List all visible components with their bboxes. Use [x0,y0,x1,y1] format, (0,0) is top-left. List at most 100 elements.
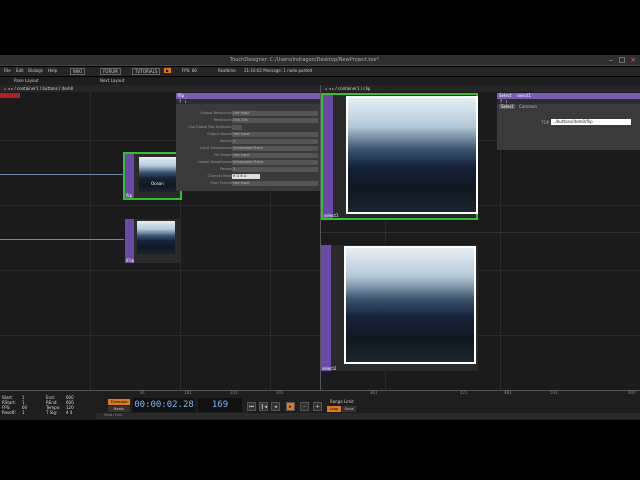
letterbox-top [0,0,640,55]
node-flags[interactable] [125,219,134,263]
help-icon[interactable]: ? [179,99,181,104]
param-row[interactable]: Output Resolution Use Input [176,110,320,117]
timecode-mode-button[interactable]: Timecode [108,399,130,405]
viewer-path-bar: ⌂ ◂ ▸ / container1 / clip [321,85,640,92]
param-row[interactable]: Resolution 256 256 [176,117,320,124]
viewer-path[interactable]: / container1 / clip [335,86,370,91]
node-flags[interactable] [321,245,331,371]
stat-value[interactable]: 1 [22,410,25,415]
param-key: Output Aspect [206,132,232,136]
menu-edit[interactable]: Edit [16,68,24,73]
frame-display[interactable]: 169 [198,398,242,412]
realtime-label[interactable]: Realtime [218,68,236,73]
timeline-stats: Start: 1 End: 600 RStart: 1 REnd: 600 FP… [2,395,90,419]
view-label[interactable]: View (Full) [104,413,122,417]
param-value[interactable]: 256 256 [232,118,318,123]
param-key: Use Global Res Multiplier [188,125,232,129]
node-flags[interactable] [323,95,333,218]
param-row[interactable]: Output Aspect Use Input [176,131,320,138]
param-toggle[interactable] [232,125,242,130]
play-reverse-icon[interactable]: ◂ [271,402,280,411]
node-caption: Ocean [151,181,164,186]
minimize-icon[interactable]: – [606,56,616,64]
param-row[interactable]: Use Global Res Multiplier [176,124,320,131]
go-to-start-icon[interactable]: ⏮ [247,402,256,411]
node-label[interactable]: iFlip [126,258,134,263]
range-limit-label: Range Limit [330,399,354,404]
param-key: Viewer Smoothness [197,160,232,164]
param-key: Output Resolution [200,111,232,115]
tutorials-button[interactable]: TUTORIALS [132,68,161,75]
timecode-display[interactable]: 00:00:02.28 [133,398,195,412]
pane-grid-line [321,232,640,233]
timeline-tick: 361 [370,390,378,395]
param-row[interactable]: Aspect 1 [176,138,320,145]
info-icon[interactable]: i [185,99,186,104]
step-back-icon[interactable]: ❙◂ [259,402,268,411]
top-path-field[interactable]: ../buttons/item0/flip [551,119,631,125]
node-flags[interactable] [125,154,134,198]
wire [0,174,124,175]
param-row[interactable]: Passes 1 [176,166,320,173]
close-icon[interactable]: × [628,56,638,64]
tab-select[interactable]: Select [499,104,516,109]
node-label[interactable]: flip [126,193,132,198]
window-titlebar: TouchDesigner: C:/Users/Indragon/Desktop… [0,55,640,66]
menu-dialogs[interactable]: Dialogs [28,68,43,73]
timeline-view-bar[interactable]: View (Full) [96,413,640,419]
play-icon[interactable]: ▸ [286,402,295,411]
node-flip[interactable]: Ocean flip [123,152,182,200]
node-label[interactable]: select1 [324,213,338,218]
param-key: Fill Viewer [214,153,232,157]
param-row[interactable]: Channel Mask R G B A [176,173,320,180]
param-row[interactable]: Fill Viewer Use Input [176,152,320,159]
stat-value[interactable]: 4 4 [66,410,72,415]
once-button[interactable]: Once [342,406,356,412]
flip-parameter-panel: flip ? i Output Resolution Use Input Reso… [176,93,320,191]
timeline-tick: 181 [184,390,192,395]
perform-mode-icon[interactable]: ▶ [164,68,172,73]
node-select1[interactable]: select1 [321,93,478,220]
loop-button[interactable]: Loop [327,406,341,412]
node-select2[interactable]: select2 [321,245,478,371]
select-parameter-panel: Select select1 ? i Select Common TOP ../… [497,93,640,150]
add-icon[interactable]: + [313,402,322,411]
forum-button[interactable]: FORUM [100,68,121,75]
beats-mode-button[interactable]: Beats [108,406,130,412]
timeline-tick: 91 [140,390,146,395]
param-key: Pixel Format [210,181,232,185]
param-panel-title: flip [178,93,185,98]
step-forward-icon[interactable]: – [300,402,309,411]
param-value[interactable]: 1 [232,139,318,144]
param-value[interactable]: Use Input [232,132,318,137]
param-row[interactable]: Input Smoothness Interpolate Pixels [176,145,320,152]
maximize-icon[interactable]: □ [617,56,627,64]
node-label[interactable]: select2 [322,366,336,371]
wiki-button[interactable]: WIKI [70,68,85,75]
param-key: Aspect [220,139,232,143]
menu-help[interactable]: Help [48,68,57,73]
network-path[interactable]: / container1 / buttons / item0 [14,86,73,91]
next-layout-label[interactable]: Next Layout [100,78,124,83]
wire [0,239,124,240]
param-row[interactable]: Pixel Format Use Input [176,180,320,187]
viewer-image [346,248,474,362]
home-icon[interactable]: ⌂ ◂ ▸ [4,86,14,91]
param-value[interactable]: Use Input [232,153,318,158]
pane-layout-bar: Pane Layout Next Layout [0,77,640,85]
menu-file[interactable]: File [4,68,11,73]
param-value[interactable]: Interpolate Pixels [232,146,318,151]
window-title: TouchDesigner: C:/Users/Indragon/Desktop… [230,57,380,63]
home-icon[interactable]: ⌂ ◂ ▸ [325,86,335,91]
node-thumbnail [137,221,175,254]
param-row[interactable]: Viewer Smoothness Interpolate Pixels [176,159,320,166]
tab-common[interactable]: Common [519,104,537,109]
pane-layout-label[interactable]: Pane Layout [14,78,39,83]
param-value[interactable]: Interpolate Pixels [232,160,318,165]
param-value[interactable]: Use Input [232,111,318,116]
param-value[interactable]: Use Input [232,181,318,186]
param-value[interactable]: 1 [232,167,318,172]
node-iflip[interactable]: iFlip [125,219,180,263]
param-value[interactable]: R G B A [232,174,260,179]
menu-bar: File Edit Dialogs Help WIKI FORUM TUTORI… [0,67,640,76]
